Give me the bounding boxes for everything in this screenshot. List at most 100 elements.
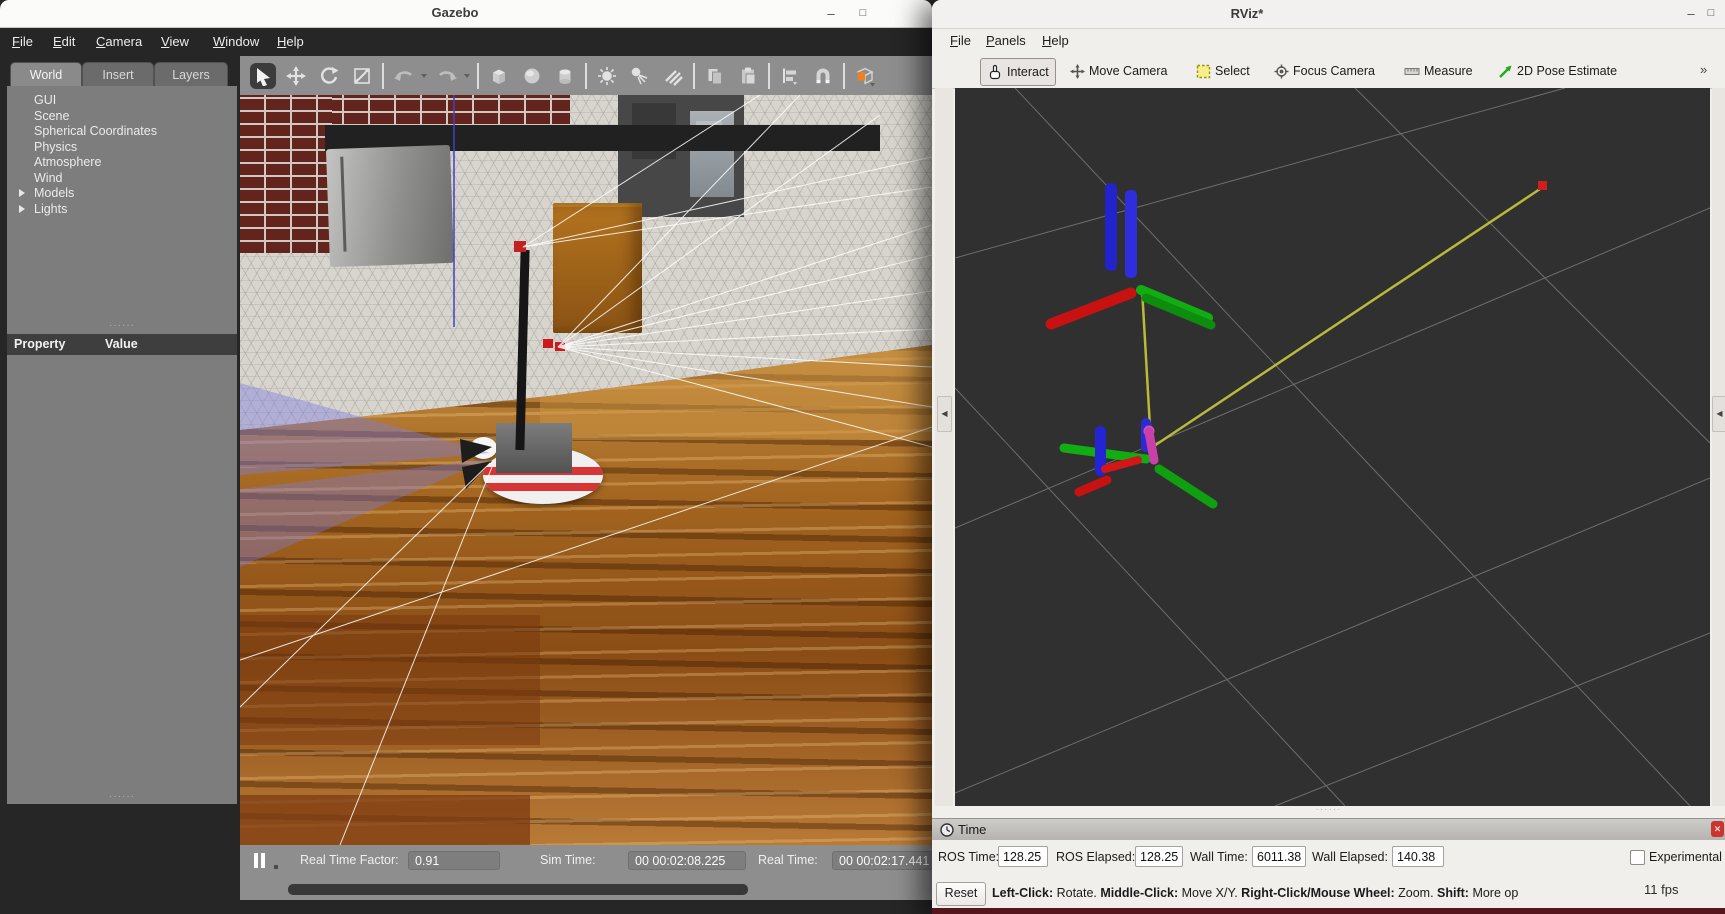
tree-item-atmosphere[interactable]: Atmosphere [7, 155, 237, 171]
gazebo-menu-camera[interactable]: Camera [94, 32, 144, 52]
pause-icon-bar2[interactable] [261, 853, 265, 868]
time-panel-header[interactable]: Time ✕ [932, 818, 1725, 842]
rtf-value: 0.91 [408, 851, 500, 870]
cylinder-shape-icon[interactable] [552, 63, 578, 89]
ros-elapsed-input[interactable] [1135, 846, 1183, 867]
gazebo-statusbar: Real Time Factor: 0.91 Sim Time: 00 00:0… [240, 845, 1017, 878]
wall-time-input[interactable] [1252, 846, 1306, 867]
property-value-header: Property Value [7, 334, 237, 355]
spot-light-icon[interactable] [627, 63, 653, 89]
gazebo-tab-insert[interactable]: Insert [82, 62, 154, 87]
measure-ruler-icon [1404, 67, 1420, 75]
rviz-menu-panels[interactable]: Panels [986, 31, 1026, 51]
redo-icon[interactable] [434, 63, 460, 89]
reset-button[interactable]: Reset [936, 882, 986, 906]
fps-counter: 11 fps [1644, 882, 1679, 897]
gazebo-menu-file[interactable]: File [10, 32, 35, 52]
box-shape-icon[interactable] [486, 63, 512, 89]
goal-red-dot [1538, 181, 1547, 190]
tool-focus-camera[interactable]: Focus Camera [1268, 58, 1381, 84]
collapse-displays-panel-button[interactable]: ◀ [937, 396, 952, 432]
pose-estimate-arrow-icon [1499, 65, 1512, 78]
laser-rays-white [240, 95, 932, 845]
gazebo-menu-help[interactable]: Help [275, 32, 306, 52]
pause-icon[interactable] [254, 853, 258, 868]
rviz-titlebar[interactable]: RViz* – □ ✕ [932, 0, 1725, 29]
rviz-minimize-button[interactable]: – [1680, 4, 1702, 23]
ros-time-input[interactable] [998, 846, 1048, 867]
gazebo-menu-view[interactable]: View [159, 32, 191, 52]
align-icon[interactable] [777, 63, 803, 89]
tool-2d-pose-estimate[interactable]: 2D Pose Estimate [1492, 58, 1623, 84]
tree-item-physics[interactable]: Physics [7, 140, 237, 156]
time-panel-fields: ROS Time: ROS Elapsed: Wall Time: Wall E… [932, 840, 1725, 876]
tree-item-models[interactable]: Models [7, 186, 237, 202]
gazebo-menu-edit[interactable]: Edit [51, 32, 77, 52]
rviz-window: RViz* – □ ✕ File Panels Help Interact Mo… [932, 0, 1725, 914]
wall-elapsed-input[interactable] [1392, 846, 1444, 867]
gazebo-minimize-button[interactable]: – [820, 4, 842, 23]
sphere-shape-icon[interactable] [519, 63, 545, 89]
scale-icon[interactable] [349, 63, 375, 89]
tree-item-gui[interactable]: GUI [7, 93, 237, 109]
rviz-toolbar: Interact Move Camera Select Focus Camera… [932, 54, 1725, 135]
copy-icon[interactable] [702, 63, 728, 89]
experimental-checkbox[interactable] [1630, 850, 1645, 865]
expand-arrow-icon[interactable] [19, 189, 25, 197]
snap-magnet-icon[interactable] [810, 63, 836, 89]
undo-dropdown-icon[interactable] [421, 73, 427, 78]
rviz-menu-help[interactable]: Help [1042, 31, 1069, 51]
tool-label: Interact [1007, 65, 1049, 79]
rviz-3d-canvas [954, 87, 1711, 807]
scrollbar-thumb[interactable] [288, 884, 748, 895]
tree-item-lights[interactable]: Lights [7, 202, 237, 218]
rviz-3d-viewport[interactable] [954, 87, 1711, 807]
panel-splitter-handle[interactable]: ······ [7, 321, 237, 331]
time-panel-splitter[interactable]: ······ [932, 805, 1725, 818]
gazebo-world-panel: GUI Scene Spherical Coordinates Physics … [7, 86, 237, 804]
rviz-menu-file[interactable]: File [950, 31, 971, 51]
time-panel-title: Time [958, 822, 987, 837]
toolbar-overflow-icon[interactable]: » [1700, 62, 1707, 77]
tool-measure[interactable]: Measure [1398, 58, 1479, 84]
undo-icon[interactable] [391, 63, 417, 89]
rviz-window-title: RViz* [1230, 6, 1264, 21]
gazebo-3d-viewport[interactable] [240, 95, 932, 845]
wall-elapsed-label: Wall Elapsed: [1312, 850, 1388, 864]
tool-label: 2D Pose Estimate [1517, 64, 1618, 78]
tf-frame-lower [1059, 418, 1218, 509]
real-time-label: Real Time: [758, 853, 818, 867]
tree-item-scene[interactable]: Scene [7, 109, 237, 125]
gazebo-tab-world[interactable]: World [10, 62, 82, 87]
gazebo-titlebar[interactable]: Gazebo – □ [0, 0, 932, 28]
directional-light-icon[interactable] [660, 63, 686, 89]
gazebo-tab-layers[interactable]: Layers [154, 62, 228, 87]
tool-move-camera[interactable]: Move Camera [1064, 58, 1174, 84]
gazebo-menu-window[interactable]: Window [211, 32, 261, 52]
time-panel-close-button[interactable]: ✕ [1711, 821, 1724, 837]
select-arrow-icon[interactable] [250, 62, 276, 89]
redo-dropdown-icon[interactable] [464, 73, 470, 78]
value-column-header: Value [105, 337, 138, 351]
translate-icon[interactable] [283, 63, 309, 89]
tool-select[interactable]: Select [1190, 58, 1256, 84]
paste-icon[interactable] [735, 63, 761, 89]
wall-time-label: Wall Time: [1190, 850, 1248, 864]
tool-interact[interactable]: Interact [980, 58, 1056, 86]
tree-item-wind[interactable]: Wind [7, 171, 237, 187]
gazebo-toolbar [240, 56, 932, 95]
step-icon[interactable] [274, 865, 278, 869]
insert-building-icon[interactable] [852, 63, 878, 89]
panel-splitter-handle-bottom[interactable]: ······ [7, 792, 237, 802]
rviz-menubar: File Panels Help [932, 28, 1725, 54]
rotate-icon[interactable] [316, 63, 342, 89]
point-light-icon[interactable] [594, 63, 620, 89]
ros-elapsed-label: ROS Elapsed: [1056, 850, 1136, 864]
left-panel-collapsed-strip: ◀ [935, 88, 953, 806]
tool-label: Select [1215, 64, 1250, 78]
mouse-help-text: Left-Click: Rotate. Middle-Click: Move X… [992, 886, 1519, 900]
gazebo-maximize-button[interactable]: □ [852, 4, 874, 23]
tree-item-spherical-coordinates[interactable]: Spherical Coordinates [7, 124, 237, 140]
expand-arrow-icon[interactable] [19, 204, 25, 213]
collapse-views-panel-button[interactable]: ◀ [1712, 396, 1725, 432]
